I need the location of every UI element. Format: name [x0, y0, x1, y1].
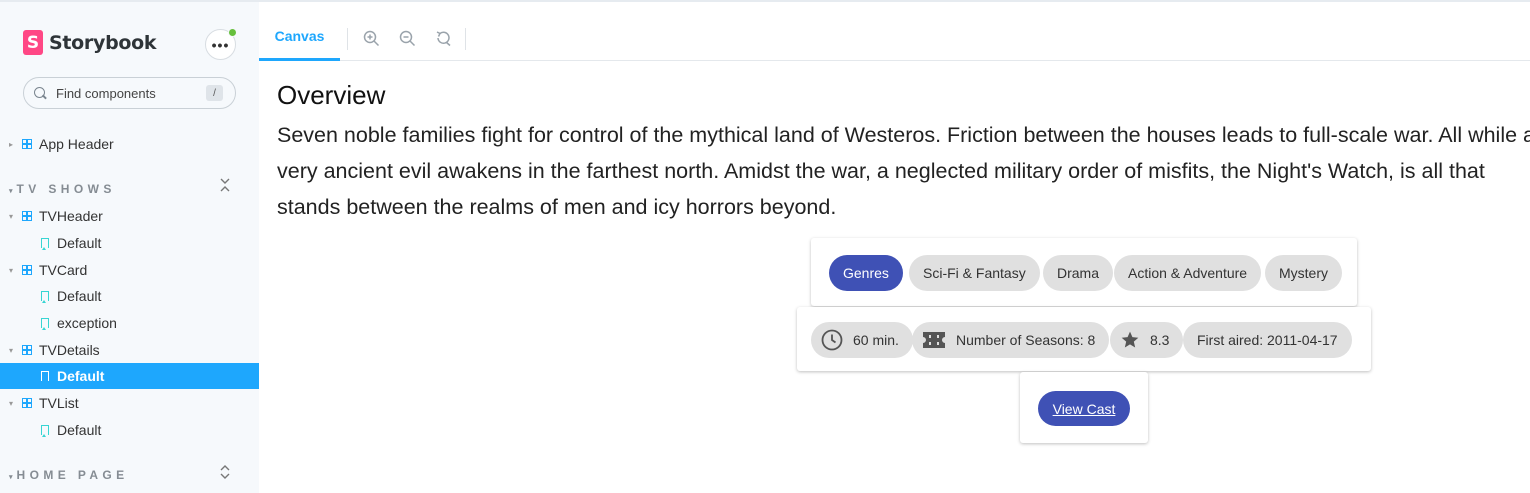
sidebar-item-tvheader[interactable]: ▾ TVHeader — [0, 203, 259, 229]
genres-label-chip: Genres — [829, 255, 903, 291]
sidebar-item-label: TVHeader — [39, 208, 103, 224]
view-cast-card: View Cast — [1020, 372, 1148, 443]
collapse-all-icon[interactable] — [219, 178, 231, 195]
rating-chip: 8.3 — [1110, 322, 1184, 358]
caret-down-icon: ▾ — [9, 265, 14, 275]
sidebar-item-app-header[interactable]: ▸ App Header — [0, 131, 259, 157]
sidebar-item-label: Default — [57, 288, 102, 304]
runtime-chip: 60 min. — [811, 322, 913, 358]
show-description: Seven noble families fight for control o… — [277, 123, 1530, 219]
sidebar-item-tvcard[interactable]: ▾ TVCard — [0, 257, 259, 283]
bookmark-icon — [41, 425, 49, 437]
show-info-card: 60 min. Number of Seasons: 8 8.3 First a… — [797, 307, 1371, 371]
expand-all-icon[interactable] — [219, 465, 231, 482]
sidebar-item-label: App Header — [39, 136, 114, 152]
sidebar-item-label: exception — [57, 315, 117, 331]
component-icon — [22, 265, 32, 275]
sidebar-item-tvlist[interactable]: ▾ TVList — [0, 390, 259, 416]
bookmark-icon — [41, 371, 49, 383]
sidebar-item-label: Default — [57, 422, 102, 438]
caret-right-icon: ▸ — [9, 139, 14, 149]
bookmark-icon — [41, 238, 49, 250]
genre-chip: Mystery — [1265, 255, 1342, 291]
section-header-home-page[interactable]: ▾ HOME PAGE — [9, 468, 129, 482]
notification-dot — [228, 28, 237, 37]
zoom-out-icon[interactable] — [396, 27, 418, 49]
component-icon — [22, 139, 32, 149]
star-icon — [1120, 330, 1140, 350]
sidebar-item-tvheader-default[interactable]: Default — [0, 230, 259, 256]
component-icon — [22, 345, 32, 355]
search-box[interactable]: / — [23, 77, 236, 109]
page-title: Overview — [277, 80, 386, 110]
sidebar-item-tvlist-default[interactable]: Default — [0, 417, 259, 443]
sidebar-item-label: TVList — [39, 395, 79, 411]
section-title: HOME PAGE — [16, 468, 129, 482]
section-header-tv-shows[interactable]: ▾ TV SHOWS — [9, 182, 116, 196]
main-preview: Canvas Overview Seven noble families fig… — [259, 0, 1530, 493]
clock-icon — [821, 329, 843, 351]
brand[interactable]: S Storybook — [23, 30, 157, 55]
reset-zoom-icon[interactable] — [432, 27, 454, 49]
caret-down-icon: ▾ — [9, 474, 13, 481]
toolbar-divider — [347, 28, 348, 50]
rating-text: 8.3 — [1150, 332, 1170, 348]
component-icon — [22, 398, 32, 408]
sidebar-item-tvcard-default[interactable]: Default — [0, 283, 259, 309]
brand-name: Storybook — [49, 31, 157, 54]
sidebar-item-label: TVDetails — [39, 342, 100, 358]
tab-canvas[interactable]: Canvas — [259, 14, 340, 61]
genre-chip: Sci-Fi & Fantasy — [909, 255, 1040, 291]
search-shortcut-key: / — [206, 85, 223, 101]
ticket-icon — [922, 331, 946, 349]
sidebar-item-tvdetails[interactable]: ▾ TVDetails — [0, 337, 259, 363]
caret-down-icon: ▾ — [9, 211, 14, 221]
sidebar-item-label: Default — [57, 368, 105, 384]
genres-card: Genres Sci-Fi & Fantasy Drama Action & A… — [811, 238, 1357, 306]
seasons-text: Number of Seasons: 8 — [956, 332, 1096, 348]
caret-down-icon: ▾ — [9, 345, 14, 355]
storybook-logo-icon: S — [23, 30, 43, 55]
genre-chip: Drama — [1043, 255, 1114, 291]
sidebar-item-tvdetails-default[interactable]: Default — [0, 363, 259, 389]
story-content: Overview Seven noble families fight for … — [277, 80, 1530, 225]
toolbar: Canvas — [259, 14, 1530, 61]
zoom-in-icon[interactable] — [360, 27, 382, 49]
runtime-text: 60 min. — [853, 332, 899, 348]
sidebar-item-label: TVCard — [39, 262, 88, 278]
caret-down-icon: ▾ — [9, 188, 13, 195]
first-aired-chip: First aired: 2011-04-17 — [1183, 322, 1352, 358]
search-input[interactable] — [56, 85, 196, 101]
bookmark-icon — [41, 291, 49, 303]
seasons-chip: Number of Seasons: 8 — [912, 322, 1110, 358]
caret-down-icon: ▾ — [9, 398, 14, 408]
sidebar-item-tvcard-exception[interactable]: exception — [0, 310, 259, 336]
toolbar-divider — [465, 28, 466, 50]
sidebar: S Storybook ••• / ▸ App Header ▾TV SHOWS… — [0, 0, 259, 493]
section-title: TV SHOWS — [16, 182, 116, 196]
view-cast-button[interactable]: View Cast — [1038, 391, 1130, 426]
genre-chip: Action & Adventure — [1114, 255, 1262, 291]
bookmark-icon — [41, 318, 49, 330]
search-icon — [34, 86, 47, 100]
sidebar-item-label: Default — [57, 235, 102, 251]
component-icon — [22, 211, 32, 221]
